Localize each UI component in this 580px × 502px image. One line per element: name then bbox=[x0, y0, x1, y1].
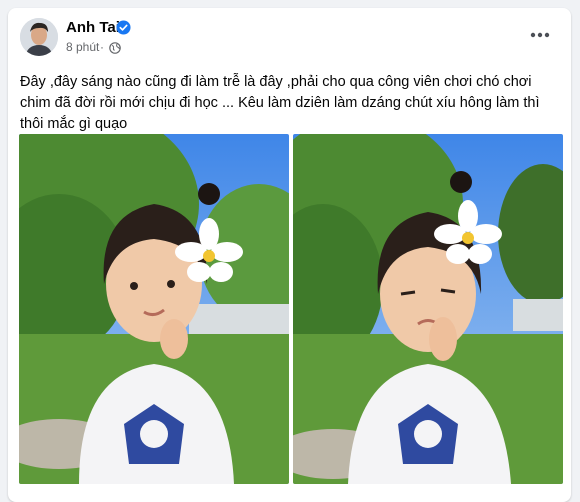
more-horizontal-icon[interactable] bbox=[522, 24, 558, 46]
globe-icon[interactable] bbox=[109, 42, 121, 54]
post-photo-2[interactable] bbox=[293, 134, 563, 484]
post-photo-1[interactable] bbox=[19, 134, 289, 484]
meta-separator: · bbox=[100, 40, 104, 54]
author-name[interactable]: Anh Tai bbox=[66, 19, 120, 36]
verified-badge-icon bbox=[116, 20, 131, 35]
post-card: Anh Tai 8 phút · Đây ,đây sáng nào cũng … bbox=[8, 8, 571, 502]
author-avatar[interactable] bbox=[20, 18, 58, 56]
post-text: Đây ,đây sáng nào cũng đi làm trễ là đây… bbox=[20, 74, 540, 132]
post-time[interactable]: 8 phút bbox=[66, 40, 99, 54]
